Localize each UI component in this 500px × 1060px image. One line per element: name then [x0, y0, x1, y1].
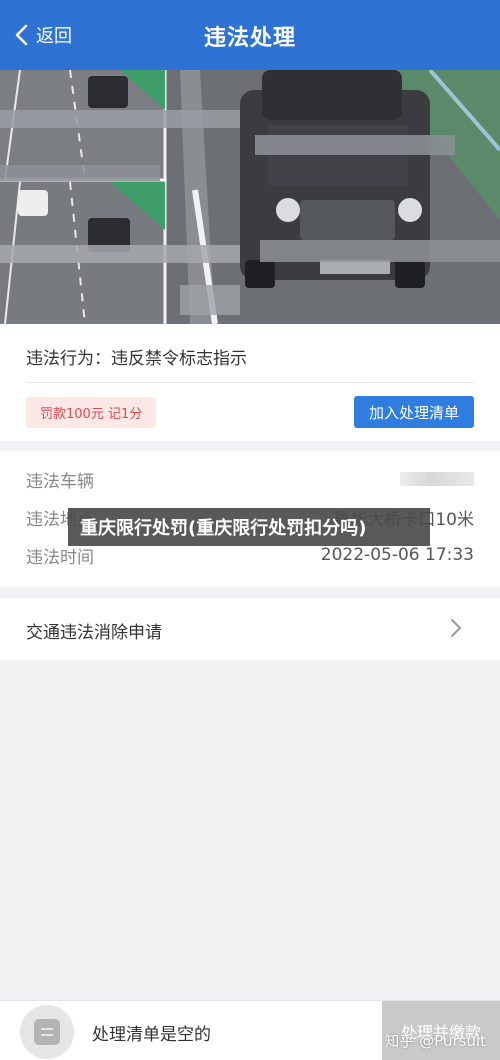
- chevron-right-icon: [451, 619, 461, 637]
- nav-bar: 返回 违法处理: [0, 0, 500, 70]
- time-label: 违法时间: [26, 547, 94, 568]
- vehicle-label: 违法车辆: [26, 471, 94, 492]
- document-icon: [34, 1019, 60, 1045]
- violation-photo-image: [0, 70, 500, 324]
- appeal-row[interactable]: 交通违法消除申请: [0, 598, 500, 660]
- plate-number-redacted: [400, 472, 474, 486]
- time-value: 2022-05-06 17:33: [320, 545, 474, 565]
- empty-list-text: 处理清单是空的: [92, 1025, 211, 1045]
- vehicle-row: 违法车辆: [26, 465, 474, 493]
- violation-behavior: 违法行为：违反禁令标志指示: [26, 349, 247, 369]
- appeal-label: 交通违法消除申请: [26, 623, 162, 643]
- watermark: 知乎 @Pursuit: [384, 1032, 486, 1050]
- add-to-list-button[interactable]: 加入处理清单: [354, 396, 474, 428]
- overlay-title-banner: 重庆限行处罚(重庆限行处罚扣分吗): [68, 508, 430, 546]
- violation-summary-card: 违法行为：违反禁令标志指示 罚款100元 记1分 加入处理清单: [0, 324, 500, 441]
- list-icon-button[interactable]: [20, 1005, 74, 1059]
- page-title: 违法处理: [203, 26, 296, 51]
- violation-photo[interactable]: [0, 70, 500, 324]
- fine-badge: 罚款100元 记1分: [26, 397, 157, 428]
- divider: [26, 382, 474, 383]
